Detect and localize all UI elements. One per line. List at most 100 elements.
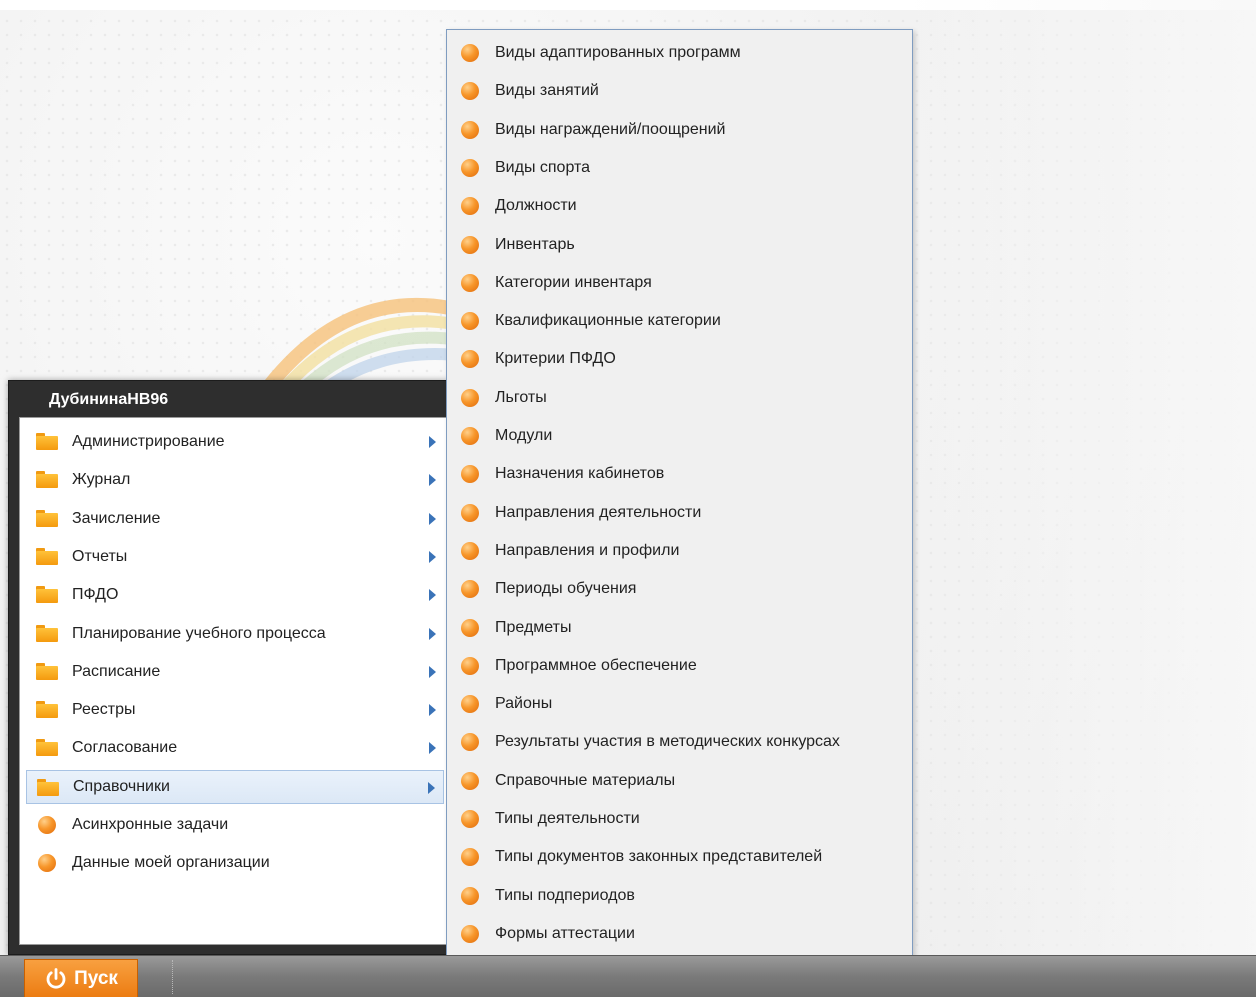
submenu-item[interactable]: Квалификационные категории: [447, 302, 912, 340]
bullet-icon: [461, 350, 479, 369]
bullet-icon: [461, 235, 479, 254]
start-menu-item-label: Отчеты: [72, 547, 128, 565]
start-menu-item[interactable]: Планирование учебного процесса: [26, 617, 444, 651]
submenu-item[interactable]: Модули: [447, 417, 912, 455]
start-menu-item-label: Согласование: [72, 739, 178, 757]
desktop-right-fade: [900, 0, 1256, 955]
bullet-icon: [461, 120, 479, 139]
submenu-item[interactable]: Типы деятельности: [447, 800, 912, 838]
bullet-icon: [461, 733, 479, 752]
submenu-item[interactable]: Типы подпериодов: [447, 877, 912, 915]
bullet-icon: [461, 273, 479, 292]
start-menu-item[interactable]: Администрирование: [26, 425, 444, 459]
bullet-icon: [461, 580, 479, 599]
submenu-item-label: Виды занятий: [495, 82, 599, 100]
bullet-icon: [461, 656, 479, 675]
start-menu-item-label: Зачисление: [72, 509, 161, 527]
bullet-icon: [461, 44, 479, 62]
submenu-item-label: Категории инвентаря: [495, 273, 652, 291]
folder-icon: [36, 547, 58, 565]
start-menu-item[interactable]: ПФДО: [26, 578, 444, 612]
start-menu-item-label: Справочники: [73, 777, 170, 795]
submenu-item[interactable]: Результаты участия в методических конкур…: [447, 723, 912, 761]
submenu-item[interactable]: Районы: [447, 685, 912, 723]
submenu-arrow-icon: [429, 589, 436, 602]
taskbar: Пуск: [0, 955, 1256, 997]
start-menu-item-label: Реестры: [72, 701, 136, 719]
submenu-item[interactable]: Должности: [447, 187, 912, 225]
start-menu-item[interactable]: Расписание: [26, 655, 444, 689]
start-menu-item[interactable]: Отчеты: [26, 540, 444, 574]
bullet-icon: [461, 848, 479, 867]
submenu-item[interactable]: Льготы: [447, 379, 912, 417]
start-menu-item[interactable]: Зачисление: [26, 502, 444, 536]
start-button-label: Пуск: [74, 967, 118, 989]
start-menu-item[interactable]: Асинхронные задачи: [26, 808, 444, 842]
submenu-item[interactable]: Виды награждений/поощрений: [447, 111, 912, 149]
submenu-arrow-icon: [429, 550, 436, 563]
bullet-icon: [38, 816, 56, 834]
submenu-item[interactable]: Формы аттестации: [447, 915, 912, 953]
submenu-item-label: Справочные материалы: [495, 771, 676, 789]
submenu-item[interactable]: Категории инвентаря: [447, 264, 912, 302]
bullet-icon: [461, 427, 479, 445]
folder-icon: [36, 509, 58, 527]
submenu-arrow-icon: [429, 436, 436, 448]
submenu-item[interactable]: Периоды обучения: [447, 570, 912, 608]
submenu-arrow-icon: [429, 627, 436, 640]
submenu-item-label: Льготы: [495, 388, 547, 406]
submenu-arrow-icon: [429, 665, 436, 678]
submenu-item-label: Типы подпериодов: [495, 886, 635, 904]
submenu-item[interactable]: Назначения кабинетов: [447, 455, 912, 493]
submenu-item-label: Виды спорта: [495, 158, 591, 176]
start-menu-item[interactable]: Согласование: [26, 731, 444, 765]
start-menu-item[interactable]: Журнал: [26, 463, 444, 497]
bullet-icon: [461, 618, 479, 637]
submenu-item-label: Типы деятельности: [495, 810, 640, 827]
bullet-icon: [461, 695, 479, 714]
submenu-item[interactable]: Виды адаптированных программ: [447, 34, 912, 72]
submenu-item-label: Квалификационные категории: [495, 312, 721, 330]
submenu-item-label: Виды адаптированных программ: [495, 44, 741, 61]
submenu-arrow-icon: [429, 474, 436, 487]
bullet-icon: [461, 924, 479, 943]
submenu-item-label: Направления и профили: [495, 541, 680, 559]
power-icon: [46, 967, 66, 989]
bullet-icon: [461, 312, 479, 331]
start-menu-item[interactable]: Данные моей организации: [26, 846, 444, 880]
bullet-icon: [38, 854, 56, 873]
start-menu-item-label: Журнал: [72, 471, 131, 489]
start-menu-item-label: Данные моей организации: [72, 854, 270, 872]
submenu-arrow-icon: [429, 742, 436, 755]
start-menu: ДубининаНВ96 Администрирование Журнал Зачи…: [8, 380, 449, 955]
submenu-item[interactable]: Справочные материалы: [447, 762, 912, 800]
submenu-item-label: Направления деятельности: [495, 503, 702, 521]
submenu-arrow-icon: [429, 704, 436, 717]
submenu-item-label: Модули: [495, 427, 553, 444]
submenu-item[interactable]: Типы документов законных представителей: [447, 838, 912, 876]
submenu-item[interactable]: Критерии ПФДО: [447, 340, 912, 378]
submenu-item-label: Критерии ПФДО: [495, 350, 616, 368]
submenu-item[interactable]: Направления деятельности: [447, 494, 912, 532]
start-menu-panel: Администрирование Журнал Зачисление Отчеты П…: [19, 417, 449, 945]
folder-icon: [36, 662, 58, 680]
submenu-item-label: Назначения кабинетов: [495, 465, 665, 483]
submenu-item[interactable]: Виды спорта: [447, 149, 912, 187]
bullet-icon: [461, 541, 479, 560]
submenu-item[interactable]: Программное обеспечение: [447, 647, 912, 685]
submenu-item[interactable]: Направления и профили: [447, 532, 912, 570]
start-button[interactable]: Пуск: [24, 959, 138, 997]
start-menu-item-label: Планирование учебного процесса: [72, 624, 326, 642]
start-menu-item[interactable]: Реестры: [26, 693, 444, 727]
submenu-item[interactable]: Инвентарь: [447, 226, 912, 264]
submenu-item-label: Инвентарь: [495, 235, 575, 253]
start-menu-item-label: Расписание: [72, 662, 161, 680]
bullet-icon: [461, 197, 479, 216]
start-menu-item[interactable]: Справочники: [26, 769, 444, 804]
submenu-item[interactable]: Предметы: [447, 609, 912, 647]
taskbar-separator: [172, 960, 173, 994]
submenu-item-label: Должности: [495, 197, 577, 215]
bullet-icon: [461, 771, 479, 790]
submenu-item[interactable]: Виды занятий: [447, 72, 912, 110]
start-menu-item-label: Администрирование: [72, 433, 225, 450]
